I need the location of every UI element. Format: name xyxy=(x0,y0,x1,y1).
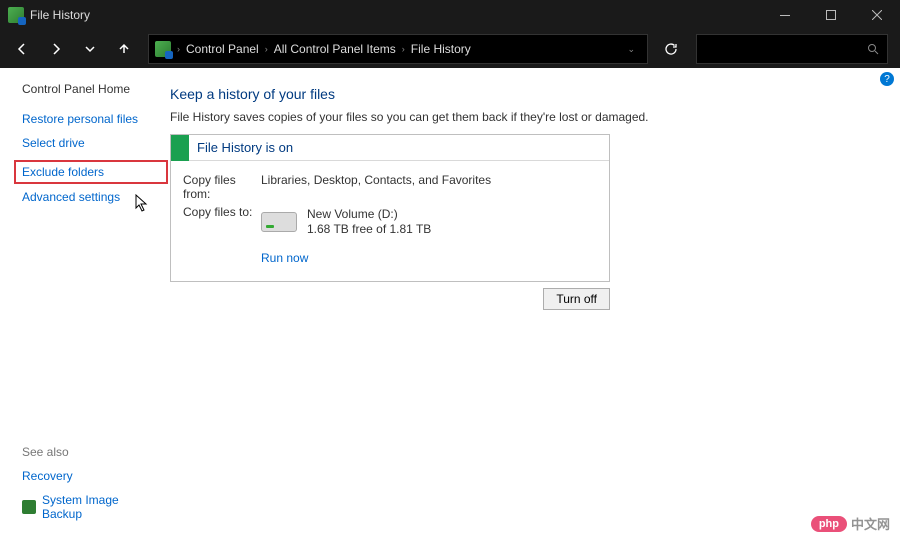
exclude-folders-link[interactable]: Exclude folders xyxy=(22,165,160,179)
address-dropdown-icon[interactable]: ⌄ xyxy=(621,44,641,55)
copy-from-label: Copy files from: xyxy=(183,171,261,203)
breadcrumb[interactable]: File History xyxy=(411,42,471,56)
back-button[interactable] xyxy=(6,34,38,64)
up-button[interactable] xyxy=(108,34,140,64)
window-title: File History xyxy=(30,8,90,22)
chevron-right-icon: › xyxy=(265,44,268,54)
content-area: ? Control Panel Home Restore personal fi… xyxy=(0,68,900,539)
page-heading: Keep a history of your files xyxy=(170,86,872,102)
chevron-right-icon: › xyxy=(402,44,405,54)
turn-off-button[interactable]: Turn off xyxy=(543,288,610,310)
drive-icon xyxy=(261,212,297,232)
minimize-button[interactable] xyxy=(762,0,808,30)
forward-button[interactable] xyxy=(40,34,72,64)
drive-space: 1.68 TB free of 1.81 TB xyxy=(307,222,431,237)
system-image-backup-icon xyxy=(22,500,36,514)
breadcrumb[interactable]: Control Panel xyxy=(186,42,259,56)
system-image-backup-link[interactable]: System Image Backup xyxy=(42,493,148,521)
control-panel-icon xyxy=(155,41,171,57)
status-text: File History is on xyxy=(189,140,293,155)
page-description: File History saves copies of your files … xyxy=(170,110,872,124)
search-icon xyxy=(867,43,879,55)
exclude-folders-highlight: Exclude folders xyxy=(14,160,168,184)
app-icon xyxy=(8,7,24,23)
status-box: File History is on Copy files from: Libr… xyxy=(170,134,610,282)
watermark-brand: php xyxy=(811,516,847,532)
nav-bar: › Control Panel › All Control Panel Item… xyxy=(0,30,900,68)
status-indicator xyxy=(171,135,189,161)
close-button[interactable] xyxy=(854,0,900,30)
address-bar[interactable]: › Control Panel › All Control Panel Item… xyxy=(148,34,648,64)
watermark-text: 中文网 xyxy=(851,514,890,533)
recent-locations-button[interactable] xyxy=(74,34,106,64)
see-also-heading: See also xyxy=(22,445,148,459)
title-bar: File History xyxy=(0,0,900,30)
select-drive-link[interactable]: Select drive xyxy=(22,136,148,150)
drive-name: New Volume (D:) xyxy=(307,207,431,222)
copy-to-label: Copy files to: xyxy=(183,203,261,267)
breadcrumb[interactable]: All Control Panel Items xyxy=(274,42,396,56)
watermark: php 中文网 xyxy=(811,514,890,533)
status-header: File History is on xyxy=(171,135,609,161)
help-icon[interactable]: ? xyxy=(880,72,894,86)
search-input[interactable] xyxy=(705,41,867,57)
control-panel-home-link[interactable]: Control Panel Home xyxy=(22,82,148,96)
sidebar: Control Panel Home Restore personal file… xyxy=(0,68,160,539)
refresh-button[interactable] xyxy=(654,34,688,64)
restore-personal-files-link[interactable]: Restore personal files xyxy=(22,112,148,126)
copy-from-value: Libraries, Desktop, Contacts, and Favori… xyxy=(261,171,491,203)
search-box[interactable] xyxy=(696,34,888,64)
recovery-link[interactable]: Recovery xyxy=(22,469,148,483)
main-panel: Keep a history of your files File Histor… xyxy=(160,68,900,539)
advanced-settings-link[interactable]: Advanced settings xyxy=(22,190,148,204)
chevron-right-icon: › xyxy=(177,44,180,54)
window-controls xyxy=(762,0,900,30)
maximize-button[interactable] xyxy=(808,0,854,30)
run-now-link[interactable]: Run now xyxy=(261,251,308,265)
